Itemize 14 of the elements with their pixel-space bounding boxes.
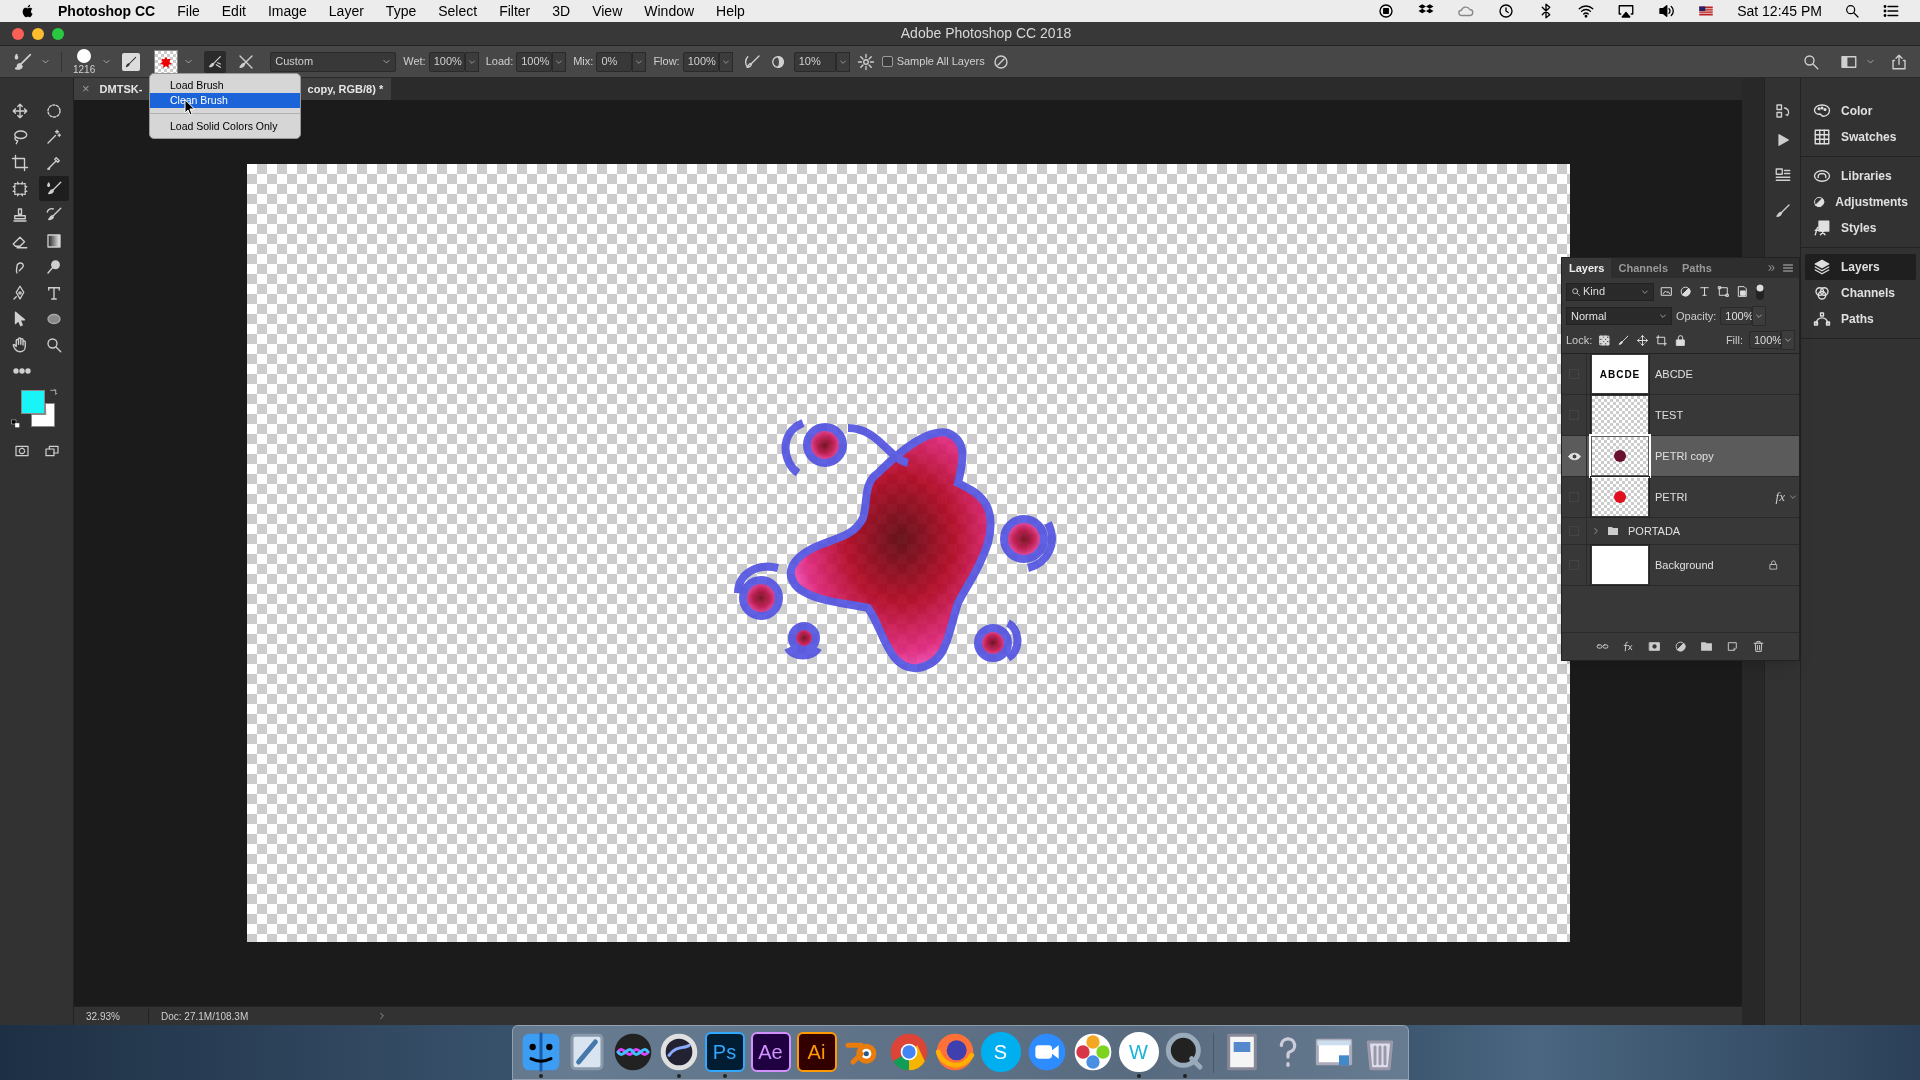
tab-title-end: copy, RGB/8) * (307, 81, 384, 97)
brush-size: 1216 (73, 64, 96, 75)
fill-label: Fill: (1725, 332, 1743, 348)
lock-label: Lock: (1566, 332, 1593, 348)
opacity-label: Opacity: (1676, 308, 1717, 324)
field-label: Flow: (653, 54, 680, 70)
field-label: Load: (485, 54, 514, 70)
field-label: Wet: (403, 54, 426, 70)
checkbox-label: Sample All Layers (896, 54, 985, 70)
document-info: Doc: 27.1M/108.3M (148, 1008, 288, 1024)
thumbnail-text: ABCDE (1599, 367, 1641, 382)
tab-title-start: DMTSK- (99, 81, 144, 97)
window-title: Adobe Photoshop CC 2018 (900, 24, 1072, 43)
field-label: Mix: (573, 54, 594, 70)
